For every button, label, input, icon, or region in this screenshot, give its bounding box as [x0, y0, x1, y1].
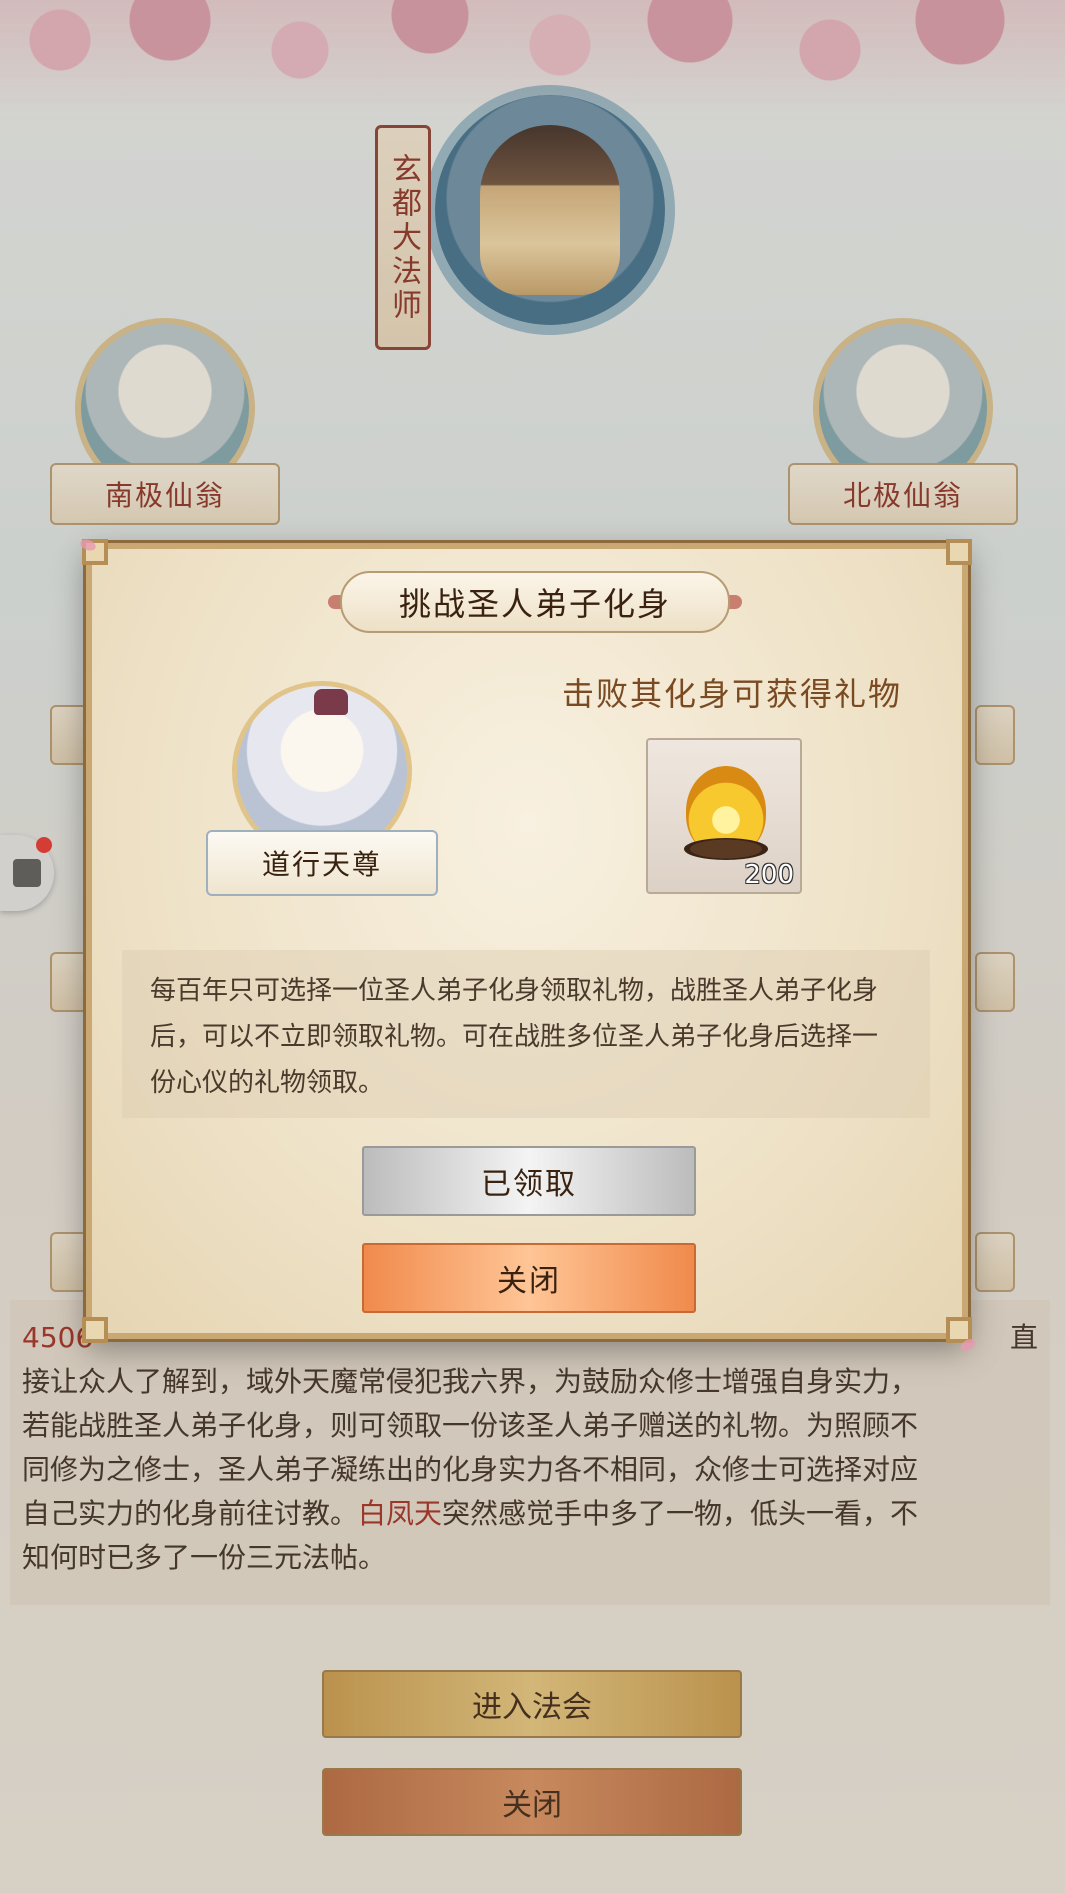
sage-name: 道行天尊: [206, 830, 438, 896]
reward-quantity: 200: [744, 860, 794, 890]
corner-ornament: [946, 539, 972, 565]
close-dialog-button[interactable]: 关闭: [362, 1243, 696, 1313]
dialog-description: 每百年只可选择一位圣人弟子化身领取礼物，战胜圣人弟子化身后，可以不立即领取礼物。…: [122, 950, 930, 1118]
sage-hat: [314, 689, 348, 715]
dialog-title: 挑战圣人弟子化身: [340, 571, 730, 633]
reward-item-slot[interactable]: 200: [646, 738, 802, 894]
corner-ornament: [82, 1317, 108, 1343]
claimed-button[interactable]: 已领取: [362, 1146, 696, 1216]
reward-heading: 击败其化身可获得礼物: [561, 675, 902, 713]
challenge-dialog: 挑战圣人弟子化身 击败其化身可获得礼物 道行天尊 200 每百年只可选择一位圣人…: [82, 539, 972, 1343]
flame-base: [684, 838, 768, 860]
